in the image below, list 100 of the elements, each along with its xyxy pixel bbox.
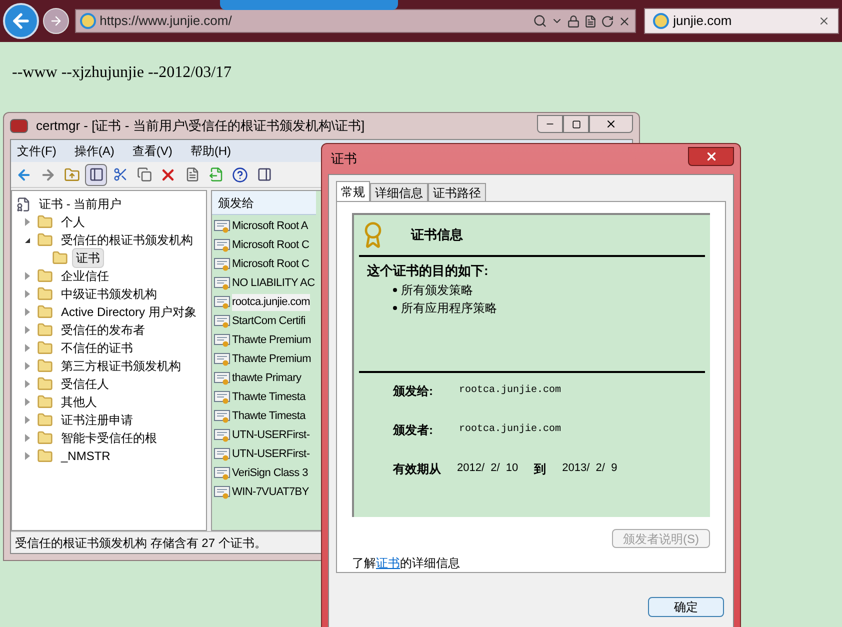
refresh-icon[interactable] (601, 14, 614, 28)
tree-item[interactable]: 个人 (57, 212, 89, 232)
issued-to-label: 颁发给: (393, 382, 434, 400)
certificates-icon (16, 196, 31, 212)
show-pane-button[interactable] (85, 164, 107, 186)
certificate-link[interactable]: 证书 (376, 556, 400, 570)
copy-icon (136, 167, 152, 182)
expand-arrow-icon[interactable] (25, 344, 30, 352)
tree-item[interactable]: 不信任的证书 (57, 338, 137, 358)
expand-arrow-icon[interactable] (25, 434, 30, 442)
address-bar[interactable]: https://www.junjie.com/ (74, 9, 636, 33)
certificate-row[interactable]: WIN-7VUAT7BY (232, 484, 309, 501)
expand-arrow-icon[interactable] (25, 308, 30, 316)
menu-item[interactable]: 帮助(H) (188, 142, 233, 160)
issued-by-value: rootca.junjie.com (459, 422, 562, 437)
dialog-title: 证书 (331, 150, 357, 168)
help-icon (232, 166, 248, 182)
url-text: https://www.junjie.com/ (100, 12, 233, 30)
issued-to-value: rootca.junjie.com (459, 384, 562, 398)
certificate-row[interactable]: UTN-USERFirst- (232, 446, 310, 463)
expand-arrow-icon[interactable] (25, 452, 30, 460)
close-icon[interactable] (618, 14, 632, 28)
tree-item[interactable]: 第三方根证书颁发机构 (57, 356, 185, 376)
page-icon[interactable] (584, 14, 598, 28)
pane-icon (88, 167, 104, 182)
tree-item[interactable]: 受信任人 (57, 374, 113, 394)
certificate-row[interactable]: thawte Primary (232, 370, 302, 387)
tree-item[interactable]: 证书 - 当前用户 (35, 194, 126, 214)
tree-item[interactable]: 受信任的发布者 (57, 320, 149, 340)
tree-item[interactable]: _NMSTR (57, 446, 114, 466)
maximize-button[interactable] (563, 115, 589, 133)
tree-item[interactable]: 智能卡受信任的根 (57, 428, 161, 448)
close-button[interactable] (589, 115, 633, 133)
certificate-row[interactable]: Thawte Premium (232, 332, 311, 349)
search-icon[interactable] (533, 14, 548, 28)
folder-up-icon (64, 166, 80, 182)
menu-item[interactable]: 文件(F) (15, 142, 58, 160)
certificate-row[interactable]: Microsoft Root C (232, 237, 310, 254)
learn-more-text: 了解证书的详细信息 (352, 555, 461, 572)
to-label: 到 (534, 460, 546, 478)
folder-icon (37, 448, 53, 464)
tab[interactable]: 详细信息 (370, 183, 428, 201)
close-button[interactable] (688, 146, 734, 166)
expand-arrow-icon[interactable] (25, 290, 30, 298)
maximize-icon (572, 120, 580, 128)
browser-tab[interactable]: junjie.com (644, 8, 839, 34)
tree-item[interactable]: 企业信任 (57, 266, 113, 286)
certificate-row[interactable]: Thawte Timesta (232, 408, 306, 425)
back-button[interactable] (3, 3, 39, 39)
folder-icon (37, 304, 53, 320)
lock-icon[interactable] (567, 14, 580, 28)
certificate-row[interactable]: VeriSign Class 3 (232, 465, 308, 482)
certificate-row[interactable]: StartCom Certifi (232, 313, 306, 330)
certificate-row[interactable]: Thawte Premium (232, 351, 311, 368)
forward-button[interactable] (42, 8, 69, 34)
folder-icon (37, 214, 53, 230)
tab[interactable]: 常规 (336, 181, 370, 201)
info-heading: 证书信息 (411, 226, 463, 244)
tree-item[interactable]: 证书 (72, 248, 104, 268)
folder-icon (37, 430, 53, 446)
expand-arrow-icon[interactable] (25, 398, 30, 406)
certificate-row[interactable]: Microsoft Root A (232, 218, 308, 235)
export-icon (208, 167, 224, 182)
tree-item[interactable]: Active Directory 用户对象 (57, 302, 200, 322)
folder-icon (37, 358, 53, 374)
expand-arrow-icon[interactable] (25, 218, 30, 226)
scissors-icon (112, 167, 128, 182)
close-icon[interactable] (818, 15, 830, 27)
valid-to-date: 2013/ 2/ 9 (562, 461, 618, 476)
browser-logo-icon (653, 13, 670, 29)
folder-icon (37, 394, 53, 410)
certificate-row[interactable]: Microsoft Root C (232, 256, 310, 273)
purpose-item: 所有应用程序策略 (401, 300, 497, 316)
tree-item[interactable]: 受信任的根证书颁发机构 (57, 230, 197, 250)
tree-item[interactable]: 中级证书颁发机构 (57, 284, 161, 304)
menu-item[interactable]: 操作(A) (72, 142, 116, 160)
certificate-row[interactable]: rootca.junjie.com (232, 294, 310, 311)
tab[interactable]: 证书路径 (428, 183, 486, 201)
certificate-row[interactable]: UTN-USERFirst- (232, 427, 310, 444)
ok-button[interactable]: 确定 (648, 597, 724, 617)
folder-icon (37, 322, 53, 338)
bullet-icon (393, 306, 397, 310)
expand-arrow-icon[interactable] (25, 416, 30, 424)
tab-title: junjie.com (673, 12, 733, 30)
expand-arrow-icon[interactable] (25, 362, 30, 370)
tree-item[interactable]: 证书注册申请 (57, 410, 137, 430)
issued-by-label: 颁发者: (393, 422, 434, 438)
collapse-arrow-icon[interactable] (25, 238, 30, 242)
certificate-row[interactable]: NO LIABILITY AC (232, 275, 315, 292)
document-icon (184, 167, 200, 182)
tree-item[interactable]: 其他人 (57, 392, 101, 412)
bullet-icon (393, 288, 397, 292)
expand-arrow-icon[interactable] (25, 272, 30, 280)
folder-icon (37, 340, 53, 356)
column-header[interactable]: 颁发给 (212, 191, 316, 215)
expand-arrow-icon[interactable] (25, 326, 30, 334)
menu-item[interactable]: 查看(V) (130, 142, 174, 160)
expand-arrow-icon[interactable] (25, 380, 30, 388)
certificate-row[interactable]: Thawte Timesta (232, 389, 306, 406)
forward-arrow-icon (40, 166, 56, 182)
